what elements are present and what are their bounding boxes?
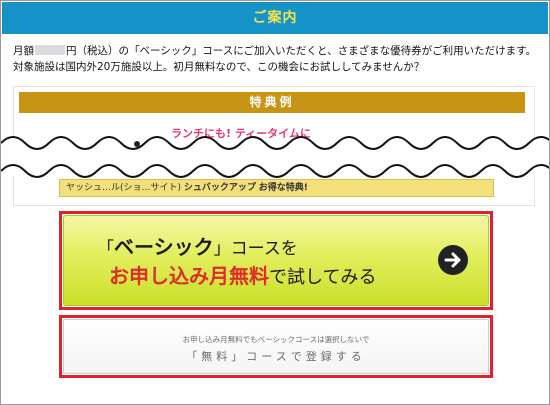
dialog-header: ご案内 — [2, 2, 548, 34]
primary-cta-line-1: 「ベーシック」コースを — [97, 235, 298, 259]
arrow-right-glyph — [444, 252, 461, 268]
dialog-title: ご案内 — [252, 10, 298, 26]
secondary-cta-note: お申し込み月無料でもベーシックコースは選択しないで — [182, 335, 370, 344]
primary-cta-line-2: お申し込み月無料で試してみる — [109, 264, 377, 288]
price-redacted — [35, 45, 65, 55]
dialog-frame: ご案内 月額 円（税込）の「ベーシック」コースにご加入いただくと、さまざまな優待券… — [0, 0, 550, 405]
benefit-examples-title: 特典例 — [19, 92, 525, 113]
intro-text: 月額 円（税込）の「ベーシック」コースにご加入いただくと、さまざまな優待券がご利用… — [13, 43, 543, 75]
benefit-snippet-bottom: ヤッシュ…ル(ショ…サイト) シュバックアップ お得な特典! — [59, 179, 494, 197]
arrow-right-circle-icon[interactable] — [438, 245, 468, 275]
intro-line-2: 対象施設は国内外20万施設以上。初月無料なので、この機会にお試ししてみませんか？ — [13, 61, 425, 73]
intro-line-1: 月額 円（税込）の「ベーシック」コースにご加入いただくと、さまざまな優待券がご利用… — [13, 45, 537, 57]
register-free-course-button[interactable] — [63, 319, 489, 374]
secondary-cta-label: 「無料」コースで登録する — [186, 350, 366, 363]
